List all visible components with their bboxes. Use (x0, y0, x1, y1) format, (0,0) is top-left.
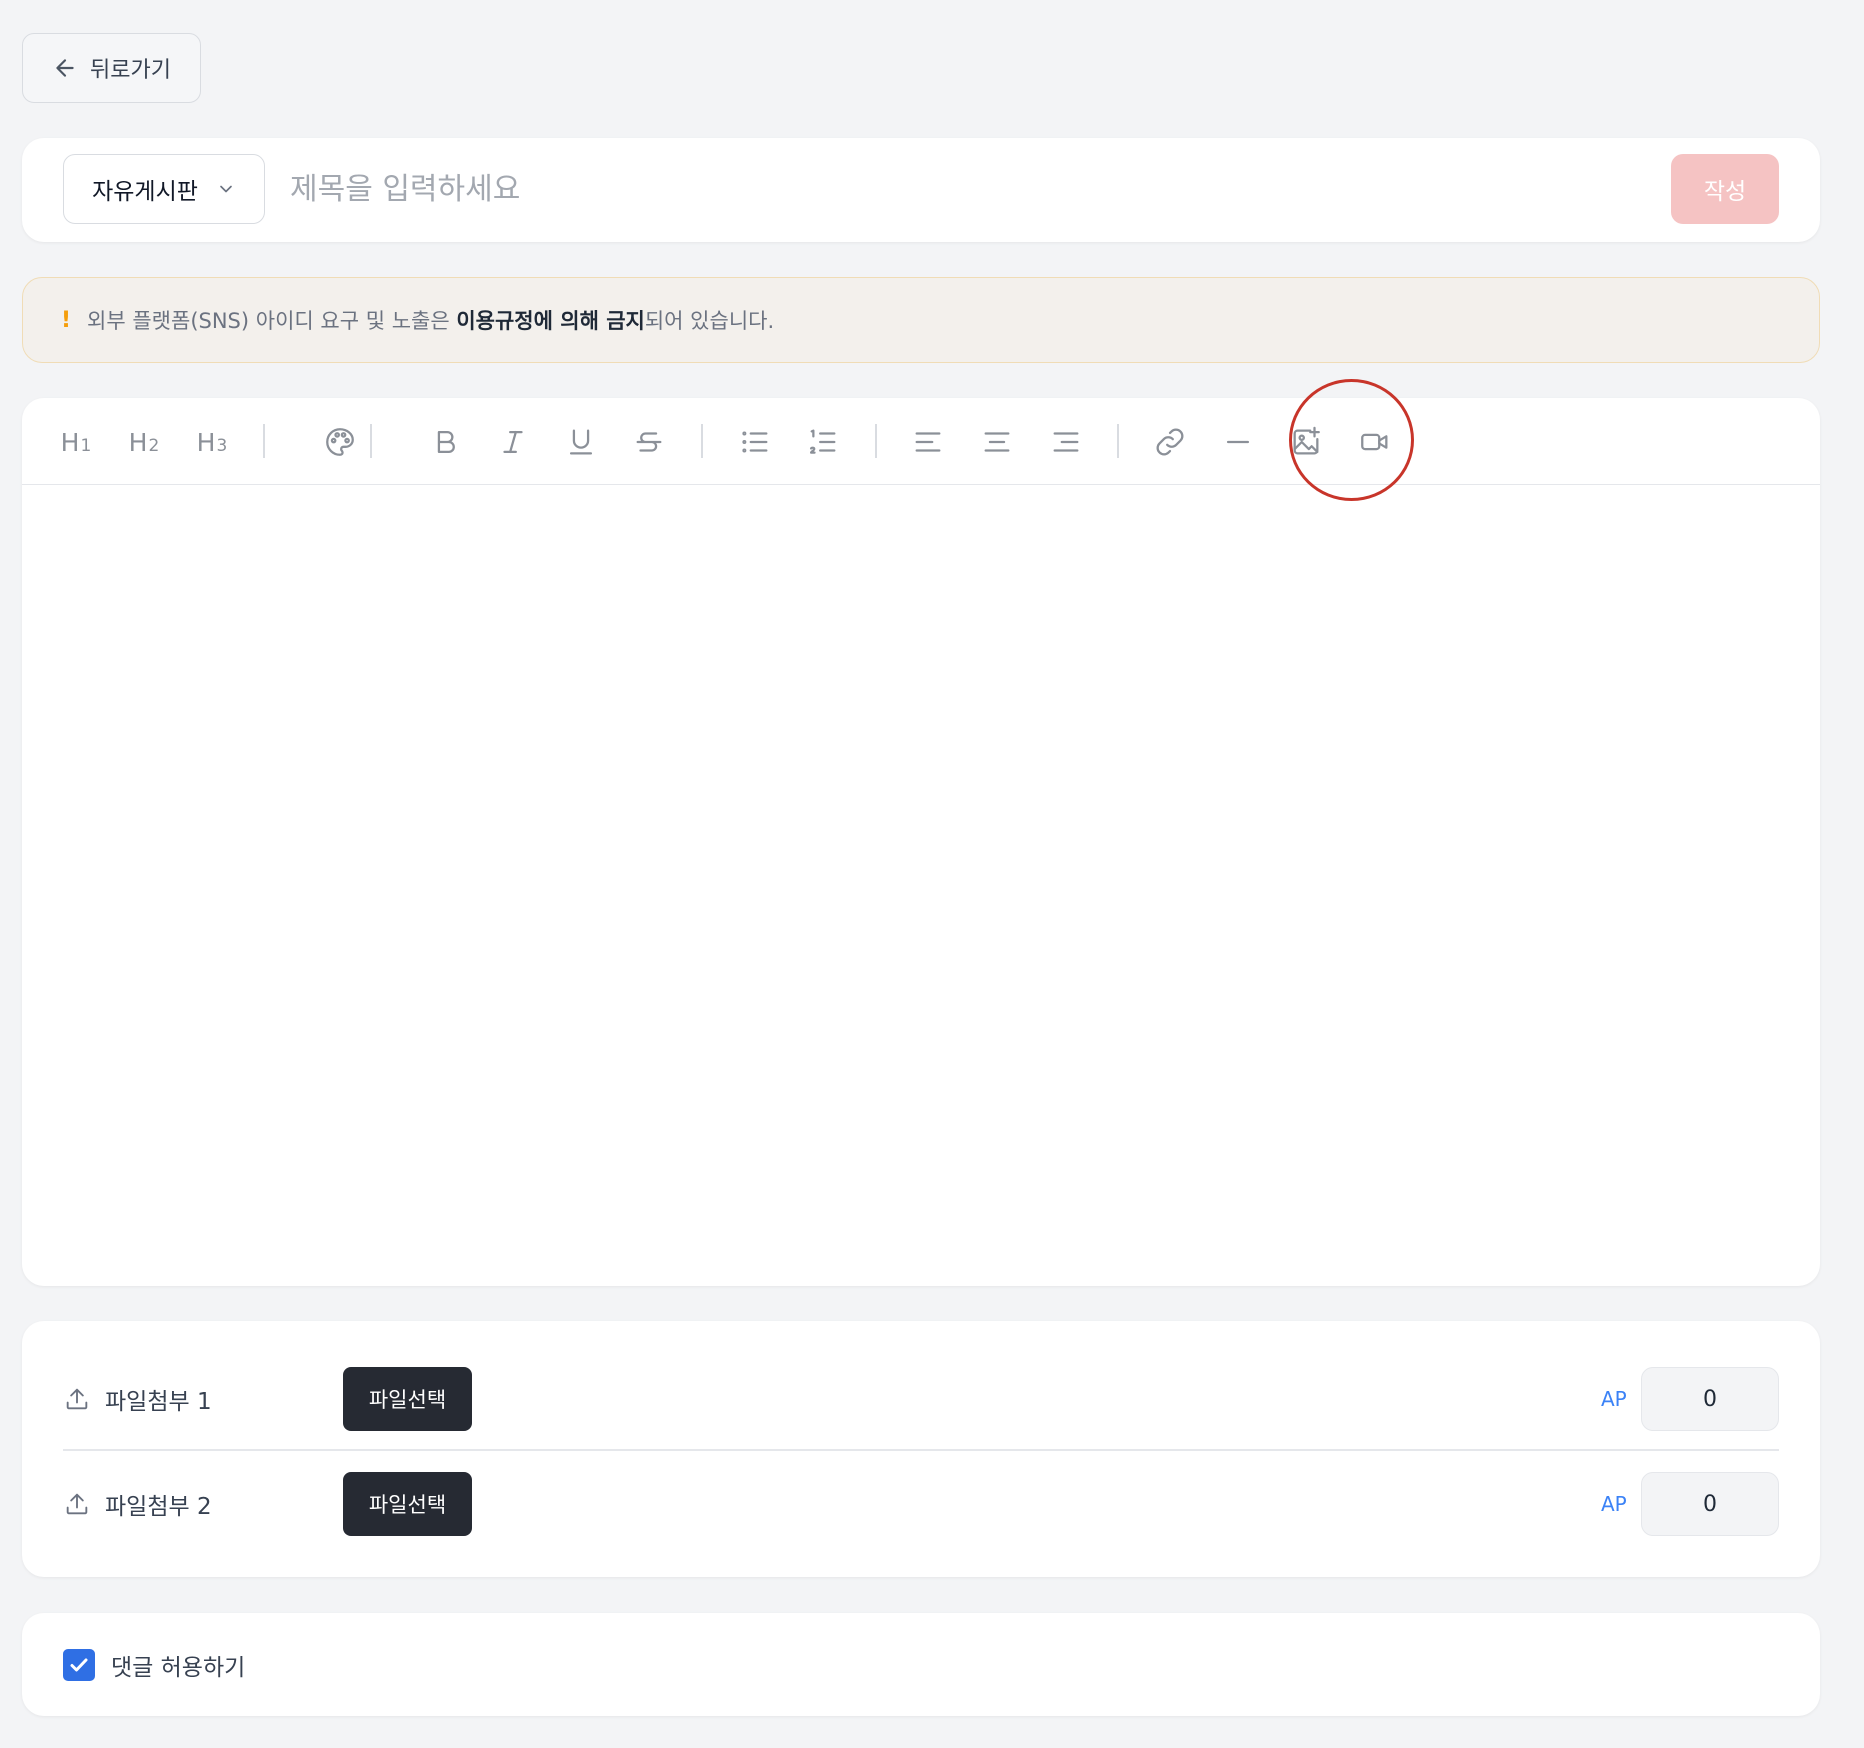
ap-label: AP (1601, 1387, 1627, 1411)
heading-3-button[interactable]: H3 (188, 418, 236, 466)
heading-2-button[interactable]: H2 (120, 418, 168, 466)
title-card: 자유게시판 작성 (22, 138, 1820, 242)
notice-mark: ! (61, 307, 72, 333)
notice-text: 외부 플랫폼(SNS) 아이디 요구 및 노출은 이용규정에 의해 금지되어 있… (87, 305, 774, 335)
link-icon (1156, 428, 1184, 456)
ap-input[interactable] (1641, 1472, 1779, 1536)
align-right-button[interactable] (1042, 418, 1090, 466)
heading-3-sub: 3 (216, 436, 228, 456)
link-button[interactable] (1146, 418, 1194, 466)
heading-2-sub: 2 (148, 436, 160, 456)
italic-button[interactable] (489, 418, 537, 466)
allow-comments-checkbox[interactable] (63, 1649, 95, 1681)
editor-content-area[interactable] (22, 486, 1820, 1286)
align-left-icon (915, 432, 941, 452)
file-select-button[interactable]: 파일선택 (343, 1367, 472, 1431)
heading-1-button[interactable]: H1 (52, 418, 100, 466)
notice-text-after: 되어 있습니다. (644, 309, 775, 333)
horizontal-rule-button[interactable] (1214, 418, 1262, 466)
video-icon (1361, 433, 1388, 451)
row-divider (63, 1449, 1779, 1451)
strikethrough-button[interactable] (625, 418, 673, 466)
color-button[interactable] (316, 418, 364, 466)
editor-toolbar: H1 H2 H3 (22, 379, 1820, 501)
board-select[interactable]: 자유게시판 (63, 154, 265, 224)
video-button[interactable] (1351, 418, 1399, 466)
heading-1-main: H (60, 427, 80, 457)
attachment-label-text: 파일첨부 1 (105, 1389, 212, 1415)
heading-3-main: H (196, 427, 216, 457)
image-button[interactable] (1282, 418, 1330, 466)
allow-comments-label: 댓글 허용하기 (111, 1655, 246, 1681)
align-center-button[interactable] (973, 418, 1021, 466)
bold-button[interactable] (422, 418, 470, 466)
heading-2-main: H (128, 427, 148, 457)
toolbar-separator (263, 424, 265, 458)
arrow-left-icon (56, 59, 74, 77)
ordered-list-icon (809, 429, 836, 454)
notice-text-bold: 이용규정에 의해 금지 (456, 309, 645, 333)
upload-icon (66, 1493, 88, 1515)
attachment-label: 파일첨부 1 (63, 1367, 212, 1431)
bold-icon (437, 430, 455, 454)
ap-input[interactable] (1641, 1367, 1779, 1431)
notice-text-before: 외부 플랫폼(SNS) 아이디 요구 및 노출은 (87, 309, 457, 333)
italic-icon (503, 430, 523, 454)
ordered-list-button[interactable] (799, 418, 847, 466)
align-left-button[interactable] (904, 418, 952, 466)
notice-banner: ! 외부 플랫폼(SNS) 아이디 요구 및 노출은 이용규정에 의해 금지되어… (22, 277, 1820, 363)
horizontal-rule-icon (1226, 440, 1250, 444)
palette-icon (326, 428, 354, 456)
bullet-list-icon (742, 431, 768, 453)
board-select-value: 자유게시판 (92, 179, 198, 205)
attachment-row: 파일첨부 1 파일선택 AP (63, 1367, 1779, 1431)
toolbar-separator (370, 424, 372, 458)
editor-card: H1 H2 H3 (22, 379, 1820, 1286)
checkmark-icon (70, 1658, 88, 1672)
strikethrough-icon (636, 432, 662, 452)
image-icon (1293, 426, 1320, 455)
toolbar-separator (701, 424, 703, 458)
underline-icon (569, 429, 593, 455)
back-button-label: 뒤로가기 (90, 58, 171, 83)
toolbar-separator (875, 424, 877, 458)
upload-icon (66, 1388, 88, 1410)
back-button[interactable]: 뒤로가기 (22, 33, 201, 103)
ap-label: AP (1601, 1492, 1627, 1516)
submit-button[interactable]: 작성 (1671, 154, 1779, 224)
allow-comments-toggle[interactable]: 댓글 허용하기 (63, 1648, 245, 1682)
attachments-card: 파일첨부 1 파일선택 AP 파일첨부 2 파일선택 AP (22, 1321, 1820, 1577)
attachment-label: 파일첨부 2 (63, 1472, 212, 1536)
underline-button[interactable] (557, 418, 605, 466)
attachment-label-text: 파일첨부 2 (105, 1494, 212, 1520)
file-select-button[interactable]: 파일선택 (343, 1472, 472, 1536)
heading-1-sub: 1 (80, 436, 92, 456)
title-input[interactable] (290, 154, 1670, 224)
bullet-list-button[interactable] (731, 418, 779, 466)
toolbar-separator (1117, 424, 1119, 458)
attachment-row: 파일첨부 2 파일선택 AP (63, 1472, 1779, 1536)
comments-card: 댓글 허용하기 (22, 1613, 1820, 1716)
align-right-icon (1053, 432, 1079, 452)
align-center-icon (984, 432, 1010, 452)
page: 뒤로가기 자유게시판 작성 ! 외부 플랫폼(SNS) 아이디 요구 및 노출은… (0, 0, 1864, 1748)
chevron-down-icon (220, 185, 232, 193)
